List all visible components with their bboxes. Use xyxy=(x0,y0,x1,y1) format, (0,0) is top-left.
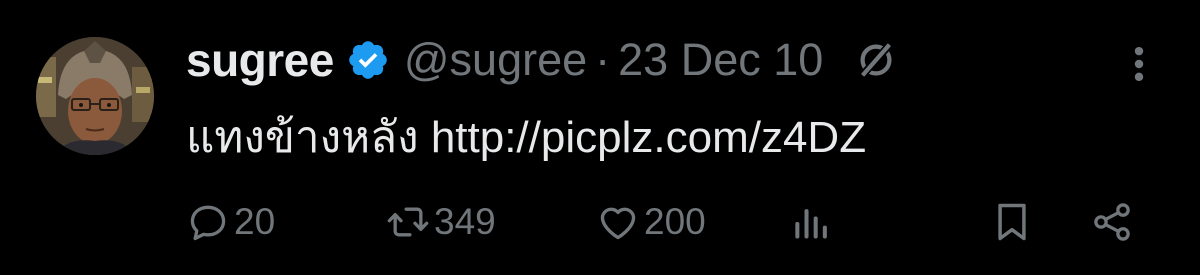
grok-icon[interactable] xyxy=(853,37,899,83)
avatar[interactable] xyxy=(36,37,154,155)
tweet-actions: 20 349 200 xyxy=(0,195,1200,249)
tweet-header: sugree @sugree · 23 Dec 10 xyxy=(186,30,899,90)
analytics-bars-icon xyxy=(795,209,827,239)
verified-badge-icon[interactable] xyxy=(346,38,390,82)
heart-icon xyxy=(600,207,636,240)
reply-bubble-icon xyxy=(190,205,226,241)
share-icon xyxy=(1094,203,1130,241)
share-button[interactable] xyxy=(1090,195,1134,249)
bookmark-button[interactable] xyxy=(990,195,1034,249)
reply-button[interactable]: 20 xyxy=(186,195,275,249)
retweet-icon xyxy=(387,207,429,237)
tweet-link[interactable]: http://picplz.com/z4DZ xyxy=(431,113,866,162)
tweet-card[interactable]: sugree @sugree · 23 Dec 10 แทงข้างหลัง h… xyxy=(0,0,1200,275)
more-vertical-icon[interactable] xyxy=(1126,42,1152,86)
author-handle[interactable]: @sugree xyxy=(404,34,587,86)
bookmark-icon xyxy=(998,203,1026,241)
like-count: 200 xyxy=(644,201,706,242)
tweet-text-body: แทงข้างหลัง xyxy=(186,113,419,162)
header-separator: · xyxy=(595,34,611,85)
tweet-date[interactable]: 23 Dec 10 xyxy=(618,34,823,86)
retweet-button[interactable]: 349 xyxy=(386,195,496,249)
tweet-text: แทงข้างหลัง http://picplz.com/z4DZ xyxy=(186,102,866,172)
like-button[interactable]: 200 xyxy=(596,195,706,249)
display-name[interactable]: sugree xyxy=(186,33,334,87)
views-button[interactable] xyxy=(788,195,832,249)
retweet-count: 349 xyxy=(434,201,496,242)
reply-count: 20 xyxy=(234,201,276,242)
